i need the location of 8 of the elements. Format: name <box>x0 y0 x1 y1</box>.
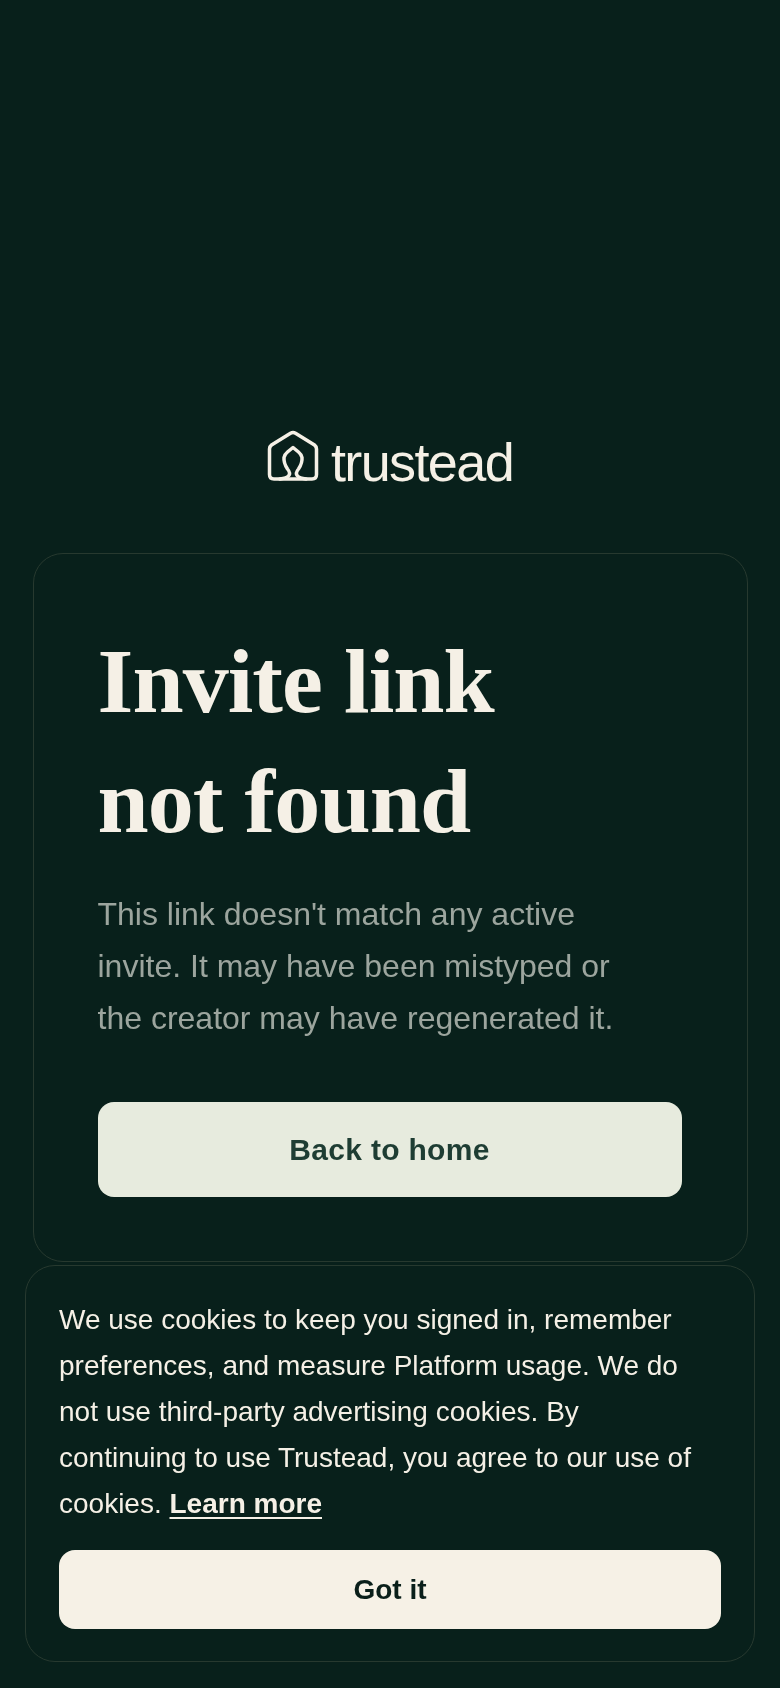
logo-wordmark: trustead <box>330 442 514 482</box>
error-message: This link doesn't match any active invite. It may have been mistyped or the creator may have regenerated it. <box>97 895 615 1038</box>
error-title: Invite link not found <box>97 629 496 854</box>
got-it-button[interactable]: Got it <box>59 1550 721 1629</box>
learn-more-link[interactable]: Learn more <box>169 1488 322 1519</box>
cookie-notice: We use cookies to keep you signed in, remember preferences, and measure Platform usage. We do not use third-party advertising cookies. By continuing to use Trustead, you agree to our use of cookies. Learn more <box>59 1303 692 1521</box>
house-logo-icon <box>266 430 319 482</box>
back-to-home-button[interactable]: Back to home <box>97 1102 682 1197</box>
